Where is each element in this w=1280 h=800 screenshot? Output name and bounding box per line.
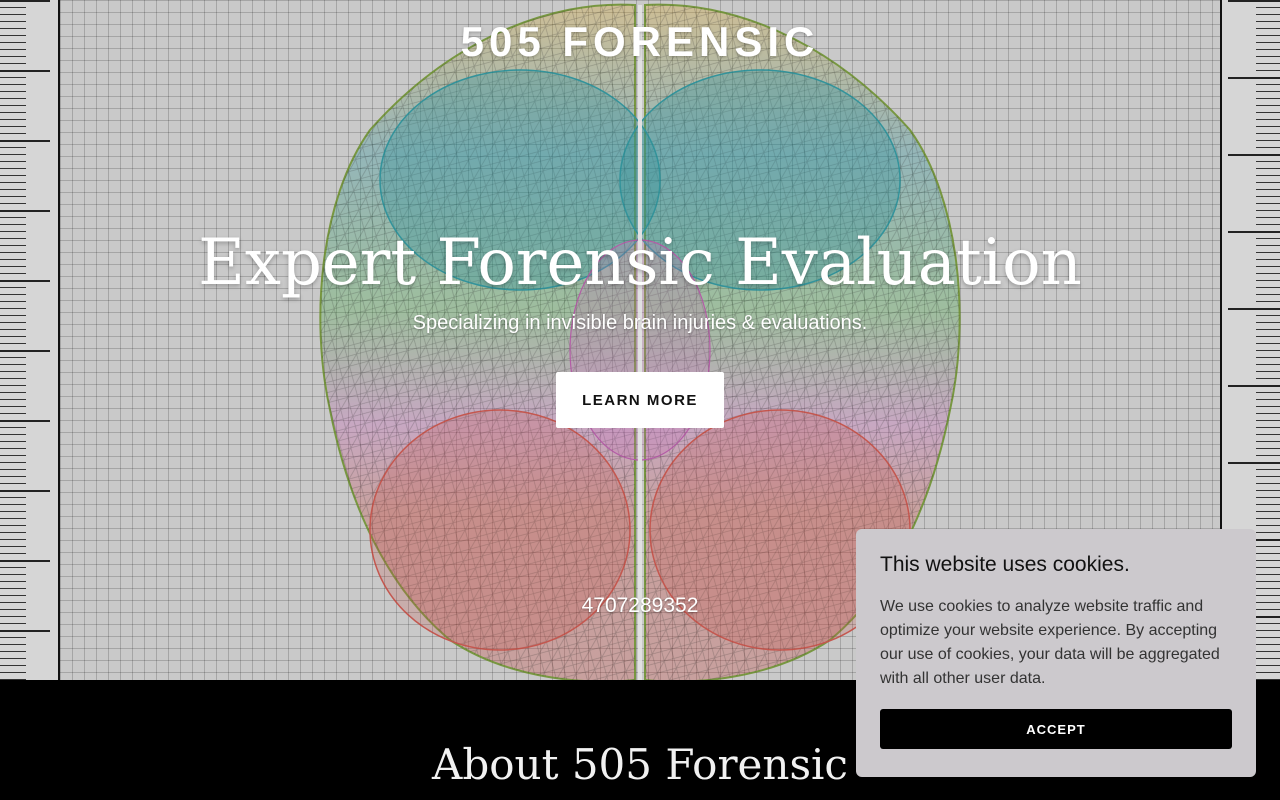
cookie-banner-title: This website uses cookies. [880,553,1130,576]
learn-more-button[interactable]: LEARN MORE [556,372,724,428]
hero-headline: Expert Forensic Evaluation [198,226,1082,300]
cookie-banner-text: We use cookies to analyze website traffi… [880,598,1220,687]
accept-cookies-button[interactable]: ACCEPT [880,709,1232,749]
hero-subheadline: Specializing in invisible brain injuries… [412,312,868,334]
cookie-banner: This website uses cookies. We use cookie… [856,529,1256,777]
site-logo[interactable]: 505 FORENSIC [0,18,1280,66]
